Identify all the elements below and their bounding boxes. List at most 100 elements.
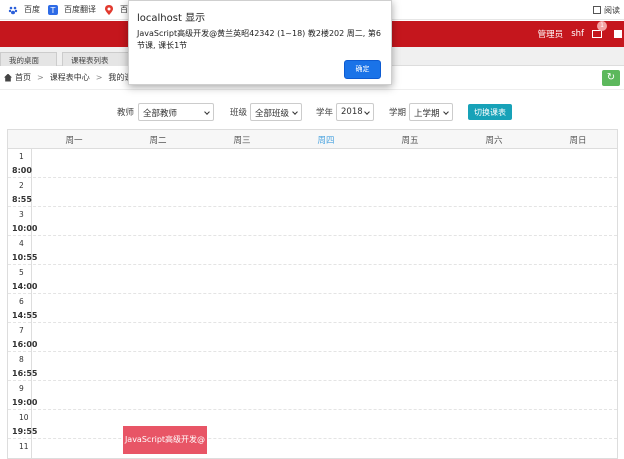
dialog-title: localhost 显示	[137, 13, 206, 24]
bookmark-baidu[interactable]: 百度	[8, 4, 40, 15]
day-header-tue: 周二	[149, 136, 167, 146]
slot-time: 16:55	[12, 369, 38, 378]
chevron-down-icon	[292, 109, 298, 115]
slot-number: 8	[19, 355, 24, 364]
slot-number: 4	[19, 239, 24, 248]
slot-label-cell: 3 10:00	[8, 207, 37, 236]
slot-label-cell: 9 19:00	[8, 381, 37, 410]
reading-list-label: 阅读	[604, 5, 620, 15]
bookmark-label: 百度	[24, 5, 40, 14]
slot-label-cell: 2 8:55	[8, 178, 32, 207]
time-slot-row: 3 10:00	[8, 207, 617, 236]
breadcrumb-home[interactable]: 首页	[15, 72, 31, 83]
slot-number: 10	[19, 413, 29, 422]
teacher-label: 教师	[117, 108, 135, 118]
time-slot-row: 6 14:55	[8, 294, 617, 323]
time-slot-row: 10 19:55	[8, 410, 617, 439]
teacher-select[interactable]: 全部教师	[138, 103, 214, 121]
day-header-wed: 周三	[233, 136, 251, 146]
class-select-value: 全部班级	[255, 109, 290, 119]
day-header-sun: 周日	[569, 136, 587, 146]
class-select[interactable]: 全部班级	[250, 103, 302, 121]
dialog-ok-button[interactable]: 确定	[344, 60, 381, 79]
bookmark-label: 百度翻译	[64, 5, 96, 14]
slot-label-cell: 6 14:55	[8, 294, 37, 323]
map-pin-icon	[105, 4, 113, 15]
chevron-down-icon	[364, 109, 370, 115]
slot-number: 1	[19, 152, 24, 161]
slot-time: 10:55	[12, 253, 38, 262]
mail-icon[interactable]: 1	[592, 21, 607, 38]
slot-number: 7	[19, 326, 24, 335]
time-slot-row: 2 8:55	[8, 178, 617, 207]
tab-my-desktop[interactable]: 我的桌面	[0, 52, 57, 66]
filter-bar: 教师 全部教师 班级 全部班级 学年 2018 学期 上学期 切换课表	[0, 101, 624, 123]
time-slot-row: 7 16:00	[8, 323, 617, 352]
day-header-thu: 周四	[317, 136, 335, 146]
slot-time: 19:55	[12, 427, 38, 436]
schedule-calendar: 周一 周二 周三 周四 周五 周六 周日 1 8:00 2 8:55 3 10:00 4 10…	[7, 129, 618, 459]
switch-schedule-button[interactable]: 切换课表	[468, 104, 512, 120]
alert-dialog: localhost 显示 JavaScript高级开发@黄兰英昭42342 (1…	[128, 0, 392, 85]
slot-time: 16:00	[12, 340, 38, 349]
breadcrumb-separator: >	[95, 73, 103, 82]
slot-number: 11	[19, 442, 29, 451]
baidu-paw-icon	[8, 6, 18, 14]
slot-number: 9	[19, 384, 24, 393]
teacher-select-value: 全部教师	[143, 109, 178, 119]
slot-label-cell: 4 10:55	[8, 236, 37, 265]
time-slot-row: 1 8:00	[8, 149, 617, 178]
term-label: 学期	[389, 108, 407, 118]
slot-number: 6	[19, 297, 24, 306]
breadcrumb-schedule-center[interactable]: 课程表中心	[50, 72, 90, 83]
slot-number: 3	[19, 210, 24, 219]
time-slot-row: 11	[8, 439, 617, 459]
slot-time: 10:00	[12, 224, 38, 233]
tab-label: 我的桌面	[9, 56, 39, 65]
slot-time: 19:00	[12, 398, 38, 407]
user-role[interactable]: 管理员	[538, 28, 564, 40]
time-slot-row: 9 19:00	[8, 381, 617, 410]
slot-label-cell: 8 16:55	[8, 352, 37, 381]
slot-label-cell: 10 19:55	[8, 410, 37, 439]
year-select[interactable]: 2018	[336, 103, 374, 121]
mail-badge: 1	[597, 21, 607, 31]
refresh-icon: ↻	[606, 72, 616, 83]
username[interactable]: shf	[571, 29, 584, 39]
year-select-value: 2018	[341, 107, 363, 117]
home-icon	[4, 73, 12, 82]
reading-list[interactable]: 阅读	[593, 0, 624, 20]
slot-time: 14:55	[12, 311, 38, 320]
term-select[interactable]: 上学期	[409, 103, 453, 121]
refresh-button[interactable]: ↻	[602, 70, 620, 86]
tab-course-list[interactable]: 课程表列表	[62, 52, 129, 66]
slot-label-cell: 1 8:00	[8, 149, 32, 178]
user-area: 管理员 shf 1	[538, 21, 624, 47]
translate-icon: T	[48, 4, 58, 15]
term-select-value: 上学期	[414, 109, 440, 119]
slot-label-cell: 7 16:00	[8, 323, 37, 352]
time-slot-row: 8 16:55	[8, 352, 617, 381]
bookmark-baidu-translate[interactable]: T 百度翻译	[48, 4, 96, 15]
day-header-fri: 周五	[401, 136, 419, 146]
gift-icon[interactable]	[614, 30, 622, 38]
class-label: 班级	[230, 108, 248, 118]
svg-text:T: T	[50, 6, 56, 15]
dialog-message: JavaScript高级开发@黄兰英昭42342 (1~18) 教2楼202 周…	[137, 29, 381, 50]
year-label: 学年	[316, 108, 334, 118]
breadcrumb-separator: >	[37, 73, 44, 82]
slot-number: 5	[19, 268, 24, 277]
time-slot-row: 5 14:00	[8, 265, 617, 294]
calendar-header: 周一 周二 周三 周四 周五 周六 周日	[8, 130, 617, 149]
slot-time: 8:00	[12, 166, 32, 175]
slot-number: 2	[19, 181, 24, 190]
chevron-down-icon	[443, 109, 449, 115]
day-header-mon: 周一	[65, 136, 83, 146]
slot-time: 14:00	[12, 282, 38, 291]
time-slot-row: 4 10:55	[8, 236, 617, 265]
tab-label: 课程表列表	[71, 56, 109, 65]
chevron-down-icon	[204, 109, 210, 115]
slot-label-cell: 5 14:00	[8, 265, 37, 294]
course-event[interactable]: JavaScript高级开发@	[123, 426, 207, 454]
slot-time: 8:55	[12, 195, 32, 204]
